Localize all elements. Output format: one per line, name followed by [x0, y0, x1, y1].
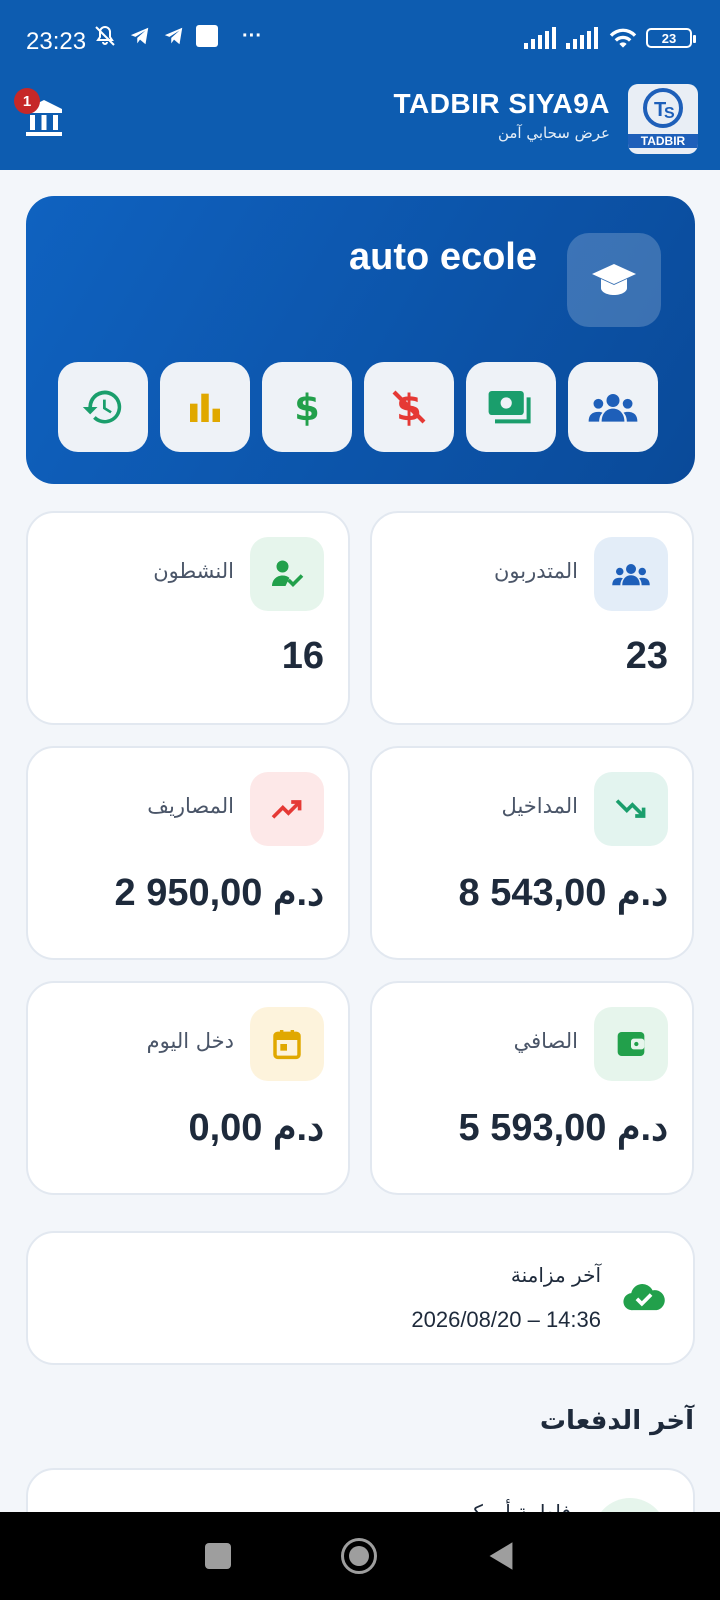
home-button[interactable]	[341, 1538, 377, 1574]
money-bill-icon	[488, 391, 531, 424]
trainees-value: 23	[625, 635, 668, 677]
wallet-icon	[617, 1032, 645, 1056]
status-bar: 23:23 ··· 23	[0, 0, 720, 76]
payments-button[interactable]	[466, 362, 556, 452]
net-icon-box	[594, 1007, 668, 1081]
stat-card-income[interactable]: المداخيل 8 543,00 د.م	[370, 746, 694, 960]
trainees-label: المتدربون	[494, 559, 578, 583]
active-icon-box	[250, 537, 324, 611]
status-system-icons: 23	[524, 26, 696, 50]
bar-chart-icon	[190, 393, 220, 422]
recents-button[interactable]	[205, 1543, 231, 1569]
last-sync-card: آخر مزامنة 2026/08/20 – 14:36	[26, 1231, 695, 1365]
sync-title: آخر مزامنة	[510, 1263, 601, 1287]
history-button[interactable]	[58, 362, 148, 452]
more-dots: ···	[242, 24, 262, 47]
logo-emblem-icon: T S	[643, 88, 683, 128]
trainees-button[interactable]	[568, 362, 658, 452]
dollar-icon: $	[294, 386, 320, 429]
expenses-icon-box	[250, 772, 324, 846]
brand: TADBIR SIYA9A عرض سحابي آمن	[393, 88, 610, 142]
school-icon-box	[567, 233, 661, 327]
notification-badge: 1	[14, 88, 40, 114]
signal-icon	[566, 27, 598, 49]
school-name: auto ecole	[349, 236, 537, 278]
wifi-icon	[609, 28, 637, 48]
bank-button[interactable]: 1	[14, 88, 68, 142]
today-icon-box	[250, 1007, 324, 1081]
logo-text: TADBIR	[628, 134, 698, 148]
history-icon	[82, 390, 122, 424]
stat-card-trainees[interactable]: المتدربون 23	[370, 511, 694, 725]
expense-button[interactable]: $	[364, 362, 454, 452]
active-label: النشطون	[153, 559, 234, 583]
users-icon	[612, 564, 650, 586]
telegram-icon	[164, 27, 183, 45]
telegram-icon	[130, 27, 149, 45]
brand-title: TADBIR SIYA9A	[393, 88, 610, 119]
mute-icon	[95, 25, 115, 46]
trend-up-icon	[271, 800, 302, 819]
income-value: 8 543,00 د.م	[458, 872, 669, 914]
recent-payments-title: آخر الدفعات	[539, 1406, 694, 1436]
signal-icon	[524, 27, 556, 49]
net-value: 5 593,00 د.م	[458, 1107, 669, 1149]
quick-actions: $ $	[58, 362, 658, 452]
stat-card-expenses[interactable]: المصاريف 2 950,00 د.م	[26, 746, 350, 960]
svg-text:S: S	[664, 105, 675, 122]
income-label: المداخيل	[501, 794, 578, 818]
sync-datetime: 2026/08/20 – 14:36	[411, 1307, 601, 1332]
system-nav-bar	[0, 1512, 720, 1600]
no-dollar-icon: $	[392, 386, 426, 429]
expenses-value: 2 950,00 د.م	[114, 872, 325, 914]
net-label: الصافي	[513, 1029, 578, 1053]
svg-text:$: $	[294, 386, 320, 429]
stat-card-active[interactable]: النشطون 16	[26, 511, 350, 725]
users-icon	[588, 394, 638, 422]
stat-card-net[interactable]: الصافي 5 593,00 د.م	[370, 981, 694, 1195]
home-dot	[349, 1546, 369, 1566]
today-value: 0,00 د.م	[188, 1107, 324, 1149]
app-logo: T S TADBIR	[628, 84, 698, 154]
battery-indicator: 23	[646, 28, 696, 48]
status-time: 23:23	[26, 28, 87, 55]
income-icon-box	[594, 772, 668, 846]
graduation-cap-icon	[592, 264, 636, 295]
back-icon[interactable]	[487, 1540, 515, 1572]
stat-card-today[interactable]: دخل اليوم 0,00 د.م	[26, 981, 350, 1195]
user-check-icon	[272, 560, 304, 588]
app-bar: 1 TADBIR SIYA9A عرض سحابي آمن T S TADBIR	[0, 76, 720, 170]
stats-button[interactable]	[160, 362, 250, 452]
trainees-icon-box	[594, 537, 668, 611]
expenses-label: المصاريف	[147, 794, 234, 818]
cloud-check-icon	[623, 1284, 665, 1311]
income-button[interactable]: $	[262, 362, 352, 452]
brand-subtitle: عرض سحابي آمن	[497, 124, 610, 142]
trend-down-icon	[615, 799, 646, 818]
square-icon	[196, 25, 218, 47]
today-label: دخل اليوم	[146, 1029, 234, 1053]
calendar-icon	[273, 1030, 301, 1060]
active-value: 16	[281, 635, 324, 677]
school-hero-card: auto ecole $ $	[26, 196, 695, 484]
status-notification-icons: ···	[92, 24, 262, 48]
